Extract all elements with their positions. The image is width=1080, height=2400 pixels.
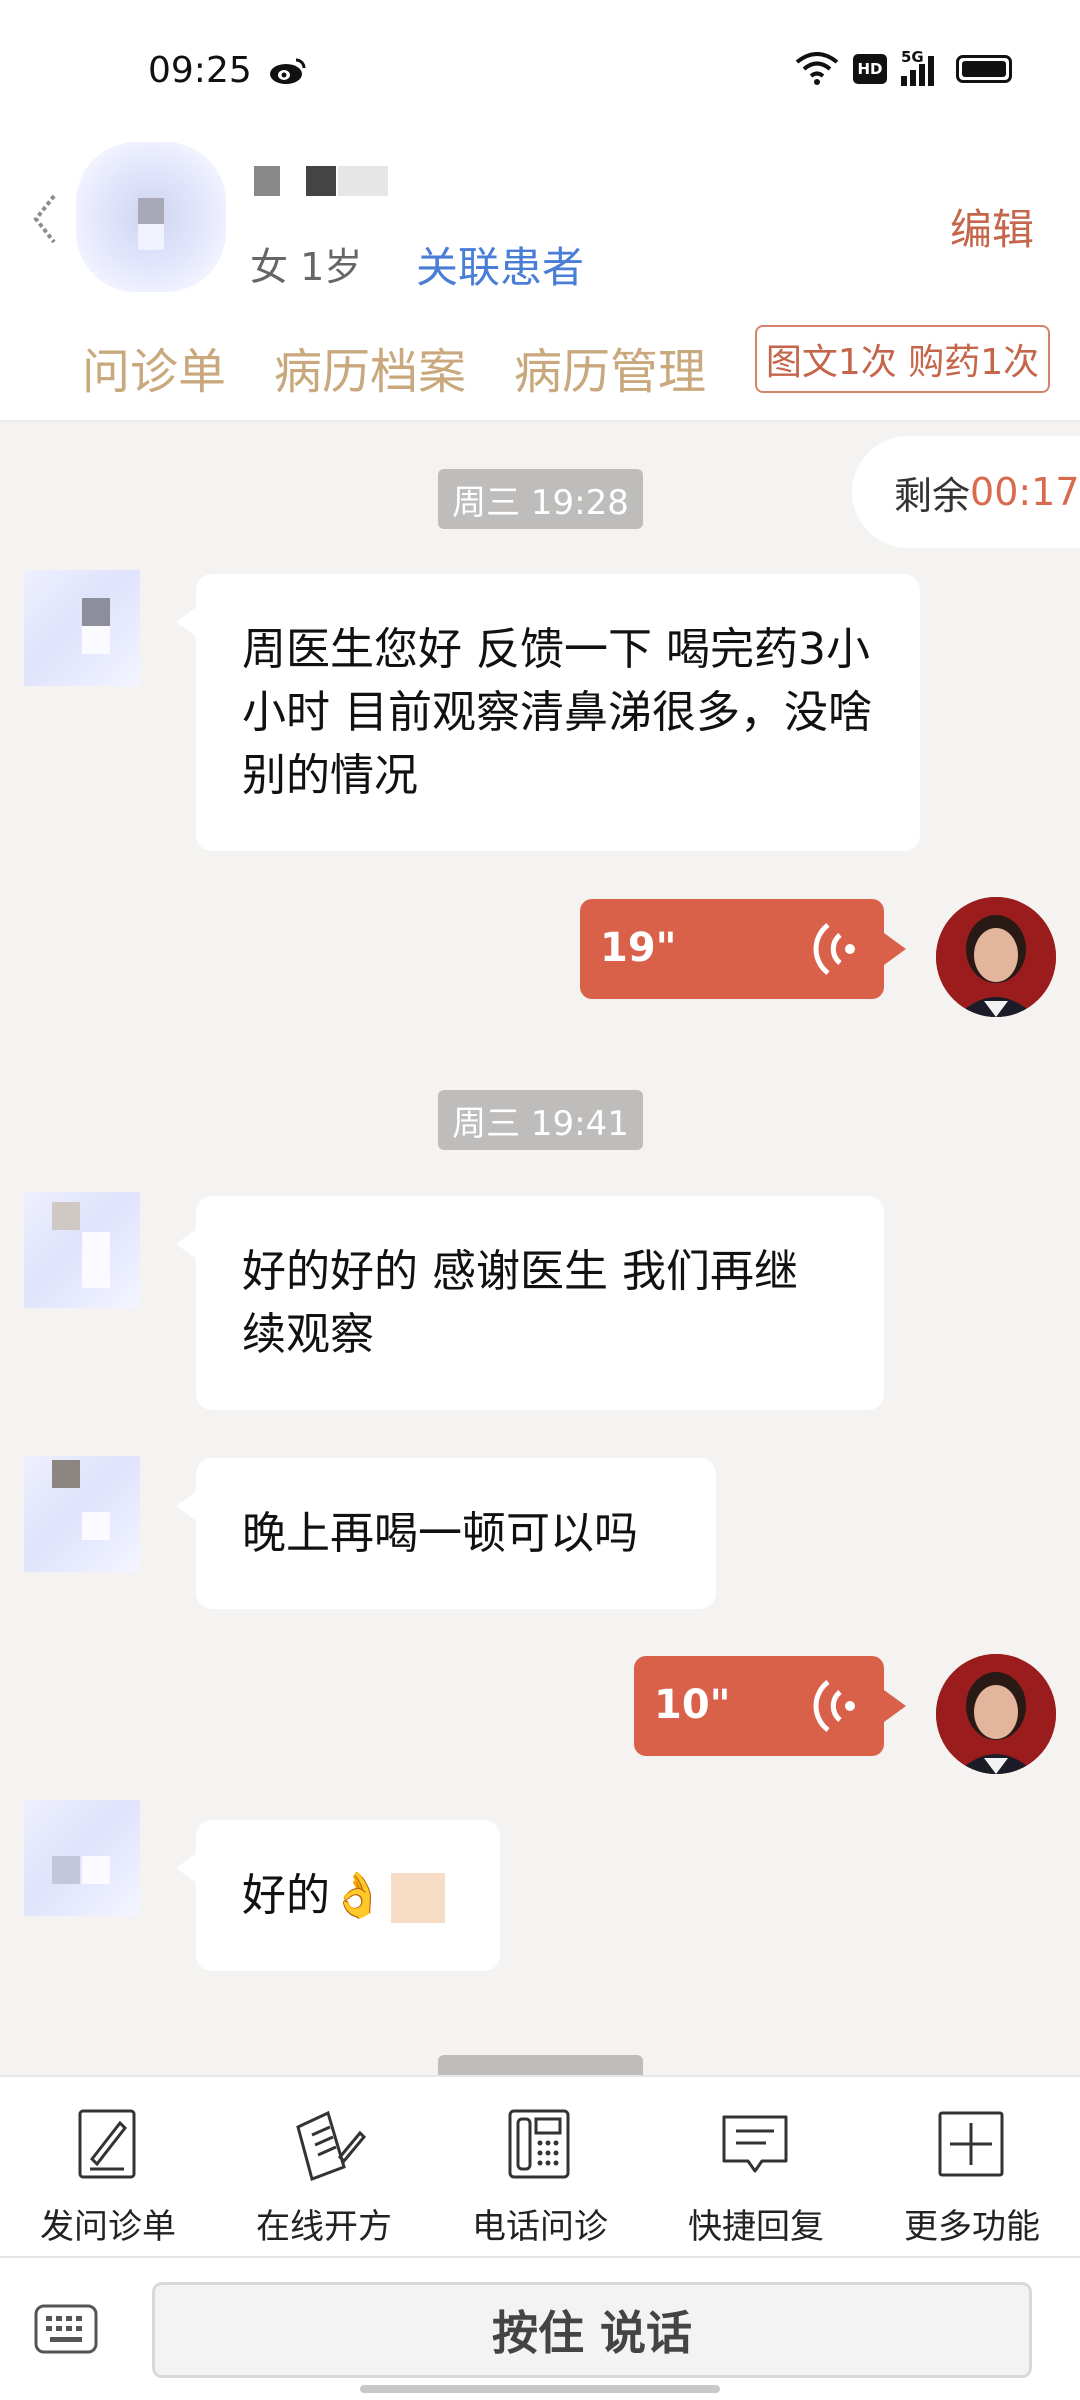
patient-message-bubble[interactable]: 好的👌: [176, 1820, 500, 1971]
online-prescription-button[interactable]: 在线开方: [216, 2077, 432, 2260]
home-indicator[interactable]: [360, 2385, 720, 2393]
keyboard-icon[interactable]: [34, 2304, 98, 2354]
tool-label: 发问诊单: [40, 2207, 176, 2247]
chat-timestamp: 周三 19:41: [438, 1090, 643, 1150]
edit-button[interactable]: 编辑: [950, 196, 1034, 257]
more-functions-button[interactable]: 更多功能: [864, 2077, 1080, 2260]
patient-chat-avatar[interactable]: [24, 1800, 140, 1916]
patient-chat-avatar[interactable]: [24, 1456, 140, 1572]
status-time: 09:25: [148, 50, 252, 91]
chat-timestamp: 周三 19:28: [438, 469, 643, 529]
patient-avatar[interactable]: [76, 142, 226, 292]
patient-message-bubble[interactable]: 好的好的 感谢医生 我们再继续观察: [176, 1196, 884, 1410]
weibo-icon: [270, 58, 306, 84]
signal-icon: 5G: [901, 48, 934, 86]
patient-message-bubble[interactable]: 晚上再喝一顿可以吗: [176, 1458, 716, 1609]
hold-to-talk-button[interactable]: 按住 说话: [152, 2282, 1032, 2378]
phone-consult-button[interactable]: 电话问诊: [432, 2077, 648, 2260]
record-tabs: 问诊单 病历档案 病历管理: [82, 332, 706, 402]
message-text: 好的👌: [242, 1870, 385, 1921]
tab-record-management[interactable]: 病历管理: [514, 332, 706, 402]
quick-reply-icon: [722, 2115, 788, 2173]
voice-duration: 10": [654, 1682, 731, 1728]
remaining-label: 剩余: [894, 473, 971, 518]
back-arrow-icon[interactable]: [30, 190, 60, 248]
battery-icon: [956, 55, 1012, 83]
doctor-voice-message[interactable]: 19": [580, 899, 906, 999]
form-edit-icon: [78, 2109, 136, 2179]
tab-medical-record[interactable]: 病历档案: [274, 332, 466, 402]
send-consult-form-button[interactable]: 发问诊单: [0, 2077, 216, 2260]
tool-label: 电话问诊: [472, 2207, 608, 2247]
tool-label: 更多功能: [904, 2207, 1040, 2247]
status-icons: HD 5G: [795, 48, 1012, 86]
plus-box-icon: [938, 2111, 1004, 2177]
hd-icon: HD: [853, 54, 887, 84]
phone-icon: [508, 2109, 570, 2179]
prescription-icon: [296, 2110, 367, 2181]
doctor-avatar[interactable]: [936, 897, 1056, 1017]
doctor-voice-message[interactable]: 10": [634, 1656, 906, 1756]
patient-chat-avatar[interactable]: [24, 1192, 140, 1308]
status-bar: 09:25 HD 5G: [0, 0, 1080, 140]
network-type: 5G: [901, 48, 924, 66]
remaining-time-pill: 剩余 00:17: [852, 436, 1080, 548]
redacted-emoji-block: [390, 1873, 445, 1923]
service-quota-badge[interactable]: 图文1次 购药1次: [755, 325, 1050, 393]
voice-wave-icon: [813, 1680, 855, 1732]
tab-consult-form[interactable]: 问诊单: [82, 332, 226, 402]
link-patient-link[interactable]: 关联患者: [416, 234, 584, 295]
patient-name-redacted: [254, 166, 388, 196]
voice-wave-icon: [813, 923, 855, 975]
quick-reply-button[interactable]: 快捷回复: [648, 2077, 864, 2260]
input-bar: 按住 说话: [0, 2258, 1080, 2400]
wifi-icon: [795, 52, 839, 85]
voice-duration: 19": [600, 925, 677, 971]
function-toolbar: 发问诊单 在线开方 电话问诊 快捷回复 更多功能: [0, 2075, 1080, 2258]
tool-label: 在线开方: [256, 2207, 392, 2247]
remaining-countdown: 00:17: [970, 470, 1080, 514]
patient-message-bubble[interactable]: 周医生您好 反馈一下 喝完药3小小时 目前观察清鼻涕很多，没啥别的情况: [176, 574, 920, 851]
doctor-avatar[interactable]: [936, 1654, 1056, 1774]
tool-label: 快捷回复: [688, 2207, 824, 2247]
patient-gender-age: 女 1岁: [250, 245, 363, 289]
patient-chat-avatar[interactable]: [24, 570, 140, 686]
